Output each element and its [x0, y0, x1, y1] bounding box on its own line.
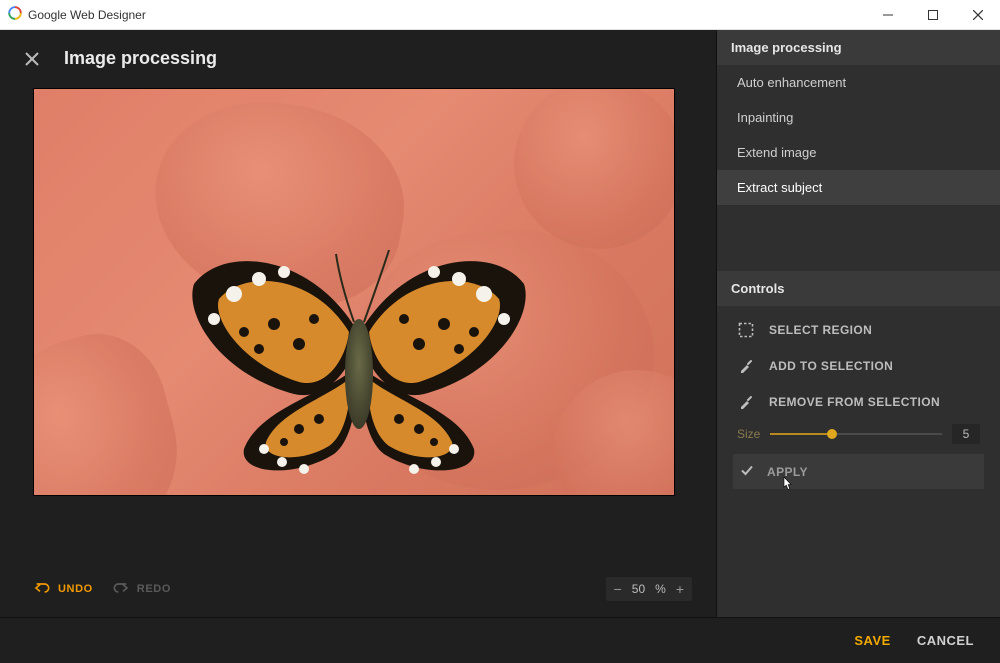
window-close-button[interactable] — [955, 0, 1000, 30]
panel-title: Image processing — [717, 30, 1000, 65]
controls-title: Controls — [717, 271, 1000, 306]
window-controls — [865, 0, 1000, 30]
redo-icon — [113, 582, 129, 597]
close-icon[interactable] — [24, 51, 40, 67]
zoom-out-button[interactable]: − — [614, 581, 622, 597]
undo-button[interactable]: UNDO — [34, 582, 93, 597]
size-label: Size — [737, 427, 760, 441]
redo-button[interactable]: REDO — [113, 582, 171, 597]
window-maximize-button[interactable] — [910, 0, 955, 30]
butterfly-subject — [164, 224, 554, 484]
check-icon — [739, 462, 755, 481]
select-region-label: SELECT REGION — [769, 323, 872, 337]
window-minimize-button[interactable] — [865, 0, 910, 30]
add-to-selection-button[interactable]: ADD TO SELECTION — [717, 348, 1000, 384]
zoom-value: 50 — [632, 582, 645, 596]
cursor-pointer-icon — [779, 476, 795, 497]
redo-label: REDO — [137, 583, 171, 595]
right-panel: Image processing Auto enhancement Inpain… — [716, 30, 1000, 617]
page-title: Image processing — [64, 48, 217, 69]
mode-auto-enhancement[interactable]: Auto enhancement — [717, 65, 1000, 100]
mode-inpainting[interactable]: Inpainting — [717, 100, 1000, 135]
mode-extract-subject[interactable]: Extract subject — [717, 170, 1000, 205]
brush-size-row: Size 5 — [717, 420, 1000, 452]
mode-extend-image[interactable]: Extend image — [717, 135, 1000, 170]
cancel-button[interactable]: CANCEL — [917, 633, 974, 648]
size-value: 5 — [952, 424, 980, 444]
remove-from-selection-label: REMOVE FROM SELECTION — [769, 395, 940, 409]
dialog-footer: SAVE CANCEL — [0, 617, 1000, 663]
undo-icon — [34, 582, 50, 597]
image-canvas[interactable] — [34, 89, 674, 495]
zoom-in-button[interactable]: + — [676, 581, 684, 597]
brush-plus-icon — [737, 357, 755, 375]
editor-left-pane: Image processing — [0, 30, 716, 617]
zoom-control: − 50 % + — [606, 577, 692, 601]
brush-minus-icon — [737, 393, 755, 411]
app-logo-icon — [8, 6, 22, 23]
apply-button[interactable]: APPLY — [733, 454, 984, 489]
save-button[interactable]: SAVE — [854, 633, 890, 648]
zoom-percent: % — [655, 582, 666, 596]
size-slider[interactable] — [770, 427, 942, 441]
add-to-selection-label: ADD TO SELECTION — [769, 359, 893, 373]
window-title: Google Web Designer — [28, 8, 146, 22]
window-titlebar: Google Web Designer — [0, 0, 1000, 30]
select-region-button[interactable]: SELECT REGION — [717, 312, 1000, 348]
mode-list: Auto enhancement Inpainting Extend image… — [717, 65, 1000, 205]
remove-from-selection-button[interactable]: REMOVE FROM SELECTION — [717, 384, 1000, 420]
marquee-icon — [737, 321, 755, 339]
undo-label: UNDO — [58, 583, 93, 595]
